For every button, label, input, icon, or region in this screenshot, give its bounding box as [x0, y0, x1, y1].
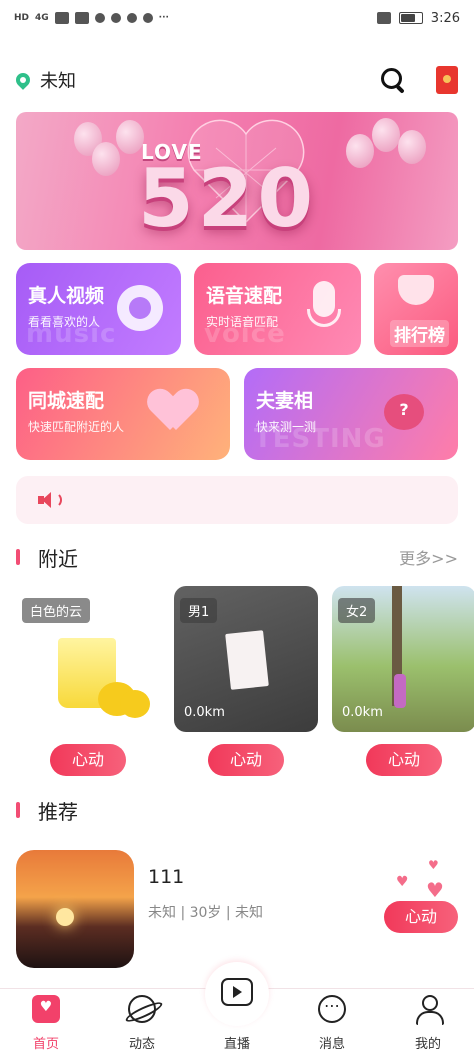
balloon-icon [346, 134, 374, 168]
recommend-avatar[interactable] [16, 850, 134, 968]
banner-number: 520 [138, 152, 317, 245]
card-title: 语音速配 [206, 285, 283, 307]
tab-me[interactable]: 我的 [396, 989, 460, 1053]
recommend-meta: 未知 | 30岁 | 未知 [148, 905, 264, 921]
feature-card-city-match[interactable]: 同城速配 快速匹配附近的人 [16, 368, 230, 460]
weibo-icon [94, 13, 105, 23]
floating-heart-icon: ♥ [396, 874, 409, 890]
card-image [225, 630, 269, 690]
heart-button[interactable]: 心动 [366, 744, 442, 776]
nearby-name: 女2 [338, 598, 376, 623]
signal-icon [54, 12, 69, 24]
top-header: 未知 [13, 60, 458, 100]
heart-button[interactable]: 心动 [208, 744, 284, 776]
card-subtitle: 快来测一测 [256, 420, 317, 434]
planet-icon [128, 995, 156, 1023]
nearby-card[interactable]: 白色的云 [16, 586, 160, 732]
taobao-icon [110, 13, 121, 23]
nearby-section-header: 附近 更多>> [16, 543, 458, 571]
person-image [394, 674, 406, 708]
balloon-icon [372, 118, 400, 152]
clock: 3:26 [430, 10, 460, 26]
tab-label: 我的 [414, 1037, 441, 1052]
section-marker [16, 802, 20, 818]
balloon-icon [398, 130, 426, 164]
status-bar: HD 4G ··· 3:26 [0, 0, 474, 36]
nearby-name: 男1 [180, 598, 218, 623]
nearby-card[interactable]: 女2 0.0km [332, 586, 474, 732]
wechat-icon [126, 13, 137, 23]
network-label: HD [14, 13, 30, 23]
signal-label: 4G [35, 13, 49, 23]
search-icon[interactable] [380, 67, 406, 93]
nearby-distance: 0.0km [184, 705, 225, 720]
vibrate-icon [376, 12, 391, 24]
more-link[interactable]: 更多>> [399, 545, 458, 569]
user-icon [414, 995, 444, 1025]
card-subtitle: 快速匹配附近的人 [28, 420, 125, 434]
feature-card-video[interactable]: music 真人视频 看看喜欢的人 [16, 263, 181, 355]
live-button[interactable] [205, 962, 269, 1026]
battery-icon [398, 12, 423, 24]
camera-icon [117, 285, 163, 331]
notice-bar[interactable] [16, 476, 458, 524]
microphone-stand-icon [307, 309, 341, 327]
tab-messages[interactable]: 消息 [300, 989, 364, 1053]
heart-button[interactable]: 心动 [384, 901, 458, 933]
section-title: 推荐 [38, 799, 78, 824]
tv-icon [221, 978, 253, 1006]
floating-heart-icon: ♥ [426, 878, 444, 902]
question-bubble-icon [384, 394, 424, 430]
trophy-icon [398, 275, 434, 305]
card-title: 排行榜 [390, 320, 449, 347]
floating-heart-icon: ♥ [428, 858, 439, 872]
recommend-name: 111 [148, 866, 185, 888]
feature-card-couple-face[interactable]: TESTING 夫妻相 快来测一测 [244, 368, 458, 460]
recommend-section-header: 推荐 [16, 796, 458, 824]
section-marker [16, 549, 20, 565]
message-notify-icon [142, 13, 153, 23]
sunset-image [56, 908, 74, 926]
tab-home[interactable]: 首页 [14, 989, 78, 1053]
section-title: 附近 [38, 546, 78, 571]
card-title: 真人视频 [28, 285, 105, 307]
lemon-image [120, 690, 150, 718]
card-title: 同城速配 [28, 390, 105, 412]
balloon-icon [92, 142, 120, 176]
tab-moments[interactable]: 动态 [110, 989, 174, 1053]
heart-button[interactable]: 心动 [50, 744, 126, 776]
more-notifications-icon: ··· [158, 13, 169, 23]
balloon-icon [116, 120, 144, 154]
heart-icon [156, 390, 202, 436]
tab-label: 动态 [128, 1037, 155, 1052]
tab-label: 消息 [318, 1037, 345, 1052]
message-icon [318, 995, 346, 1023]
nearby-distance: 0.0km [342, 705, 383, 720]
promo-banner[interactable]: LOVE 520 [16, 112, 458, 250]
location-pin-icon [13, 70, 33, 90]
card-subtitle: 实时语音匹配 [206, 315, 279, 329]
feature-card-rank[interactable]: 排行榜 [374, 263, 458, 355]
card-title: 夫妻相 [256, 390, 314, 412]
card-subtitle: 看看喜欢的人 [28, 315, 101, 329]
location-label[interactable]: 未知 [40, 67, 76, 93]
wifi-icon [74, 12, 89, 24]
home-icon [32, 995, 60, 1023]
nearby-name: 白色的云 [22, 598, 91, 623]
feature-card-voice[interactable]: voice 语音速配 实时语音匹配 [194, 263, 361, 355]
tab-label: 直播 [223, 1037, 250, 1052]
nearby-card[interactable]: 男1 0.0km [174, 586, 318, 732]
tab-label: 首页 [32, 1037, 59, 1052]
red-packet-icon[interactable] [436, 66, 458, 94]
